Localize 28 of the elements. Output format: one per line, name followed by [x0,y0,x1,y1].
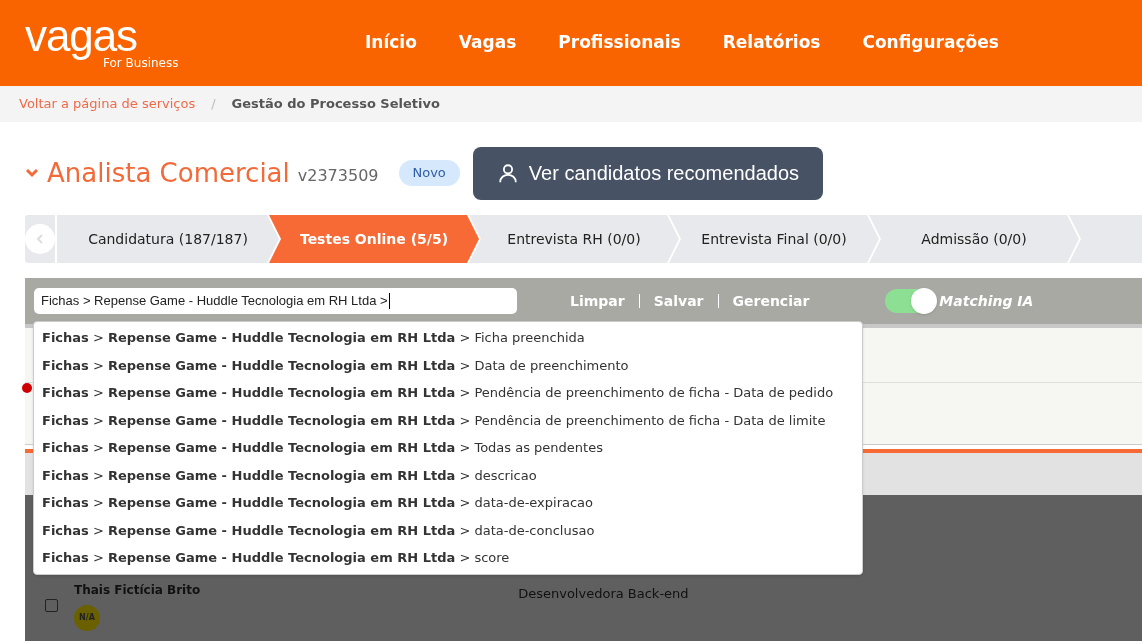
candidate-role: Desenvolvedora Back-end [518,585,689,603]
na-badge: N/A [74,605,100,631]
filter-input[interactable]: Fichas > Repense Game - Huddle Tecnologia em RH Ltda > [34,288,517,314]
chevron-left-icon [36,234,44,244]
suggestion-item[interactable]: Fichas > Repense Game - Huddle Tecnologia em RH Ltda > data-de-conclusao [34,516,862,544]
suggestion-item[interactable]: Fichas > Repense Game - Huddle Tecnologia em RH Ltda > Pendência de preenchimento de ficha - Data de pedido [34,379,862,407]
suggestion-item[interactable]: Fichas > Repense Game - Huddle Tecnologia em RH Ltda > Data de preenchimento [34,351,862,379]
suggestion-item[interactable]: Fichas > Repense Game - Huddle Tecnologia em RH Ltda > score [34,544,862,572]
stage-tab[interactable]: Entrevista RH (0/0) [469,215,679,263]
suggestion-item[interactable]: Fichas > Repense Game - Huddle Tecnologia em RH Ltda > descricao [34,461,862,489]
suggestion-item[interactable]: Fichas > Repense Game - Huddle Tecnologia em RH Ltda > Pendência de preenchimento de ficha - Data de limite [34,406,862,434]
breadcrumb-separator: / [211,95,216,114]
matching-switch[interactable] [885,289,936,313]
job-code: v2373509 [297,165,379,187]
job-title: Analista Comercial [47,156,290,190]
stage-tab[interactable]: Admissão (0/0) [869,215,1079,263]
breadcrumb-current: Gestão do Processo Seletivo [231,95,440,114]
stage-tab[interactable]: Entrevista Final (0/0) [669,215,879,263]
suggestion-item[interactable]: Fichas > Repense Game - Huddle Tecnologia em RH Ltda > data-de-expiracao [34,489,862,517]
suggestion-item[interactable]: Fichas > Repense Game - Huddle Tecnologia em RH Ltda > Ficha preenchida [34,324,862,352]
row-checkbox[interactable] [45,599,58,612]
status-badge: Novo [398,160,460,186]
matching-label: Matching IA [939,291,1034,311]
suggestion-item[interactable]: Fichas > Repense Game - Huddle Tecnologia em RH Ltda > Todas as pendentes [34,434,862,462]
user-icon [496,162,519,184]
chevron-down-icon[interactable] [25,168,39,178]
recommended-candidates-button[interactable]: Ver candidatos recomendados [472,146,823,200]
stage-tab[interactable]: Candidatura (187/187) [57,215,279,263]
